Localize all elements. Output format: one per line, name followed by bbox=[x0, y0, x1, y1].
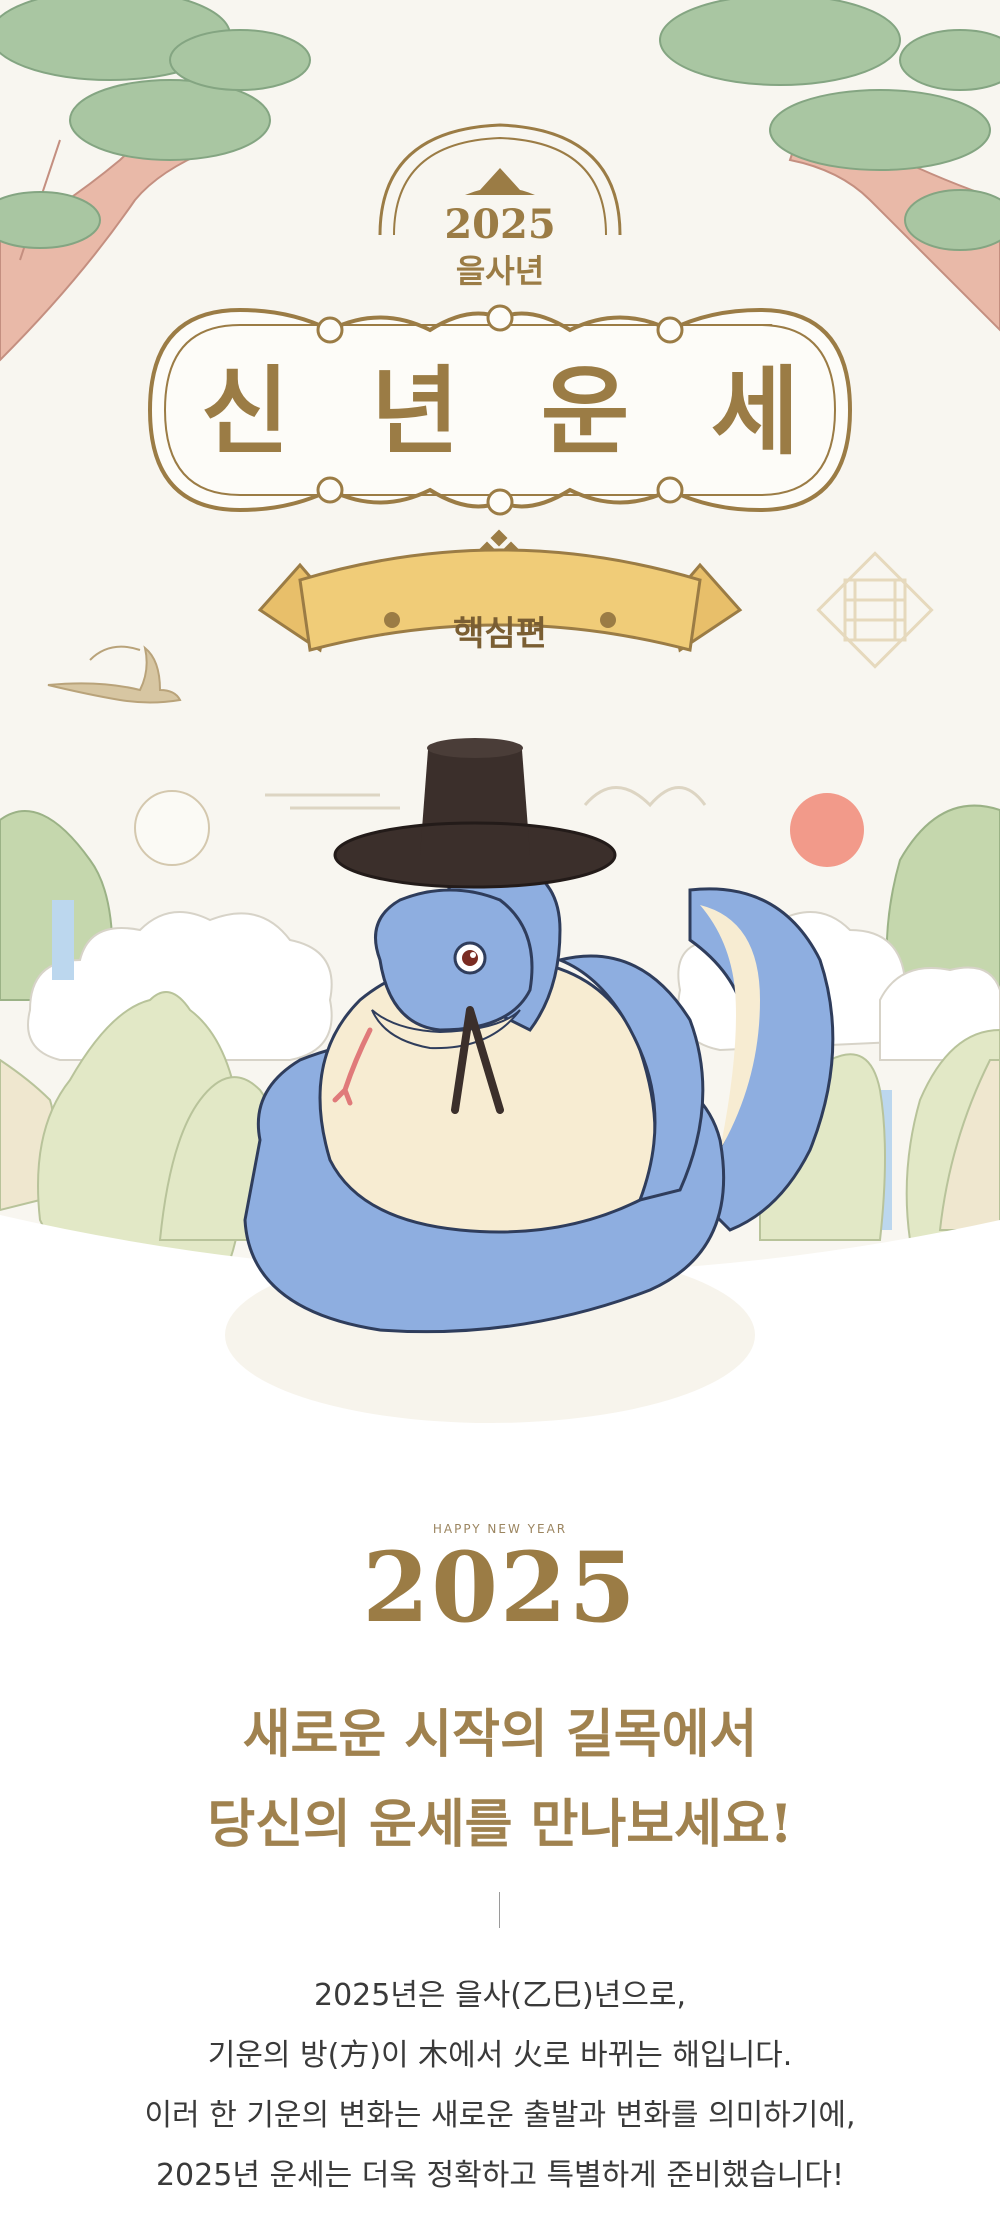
body-line: 이러 한 기운의 변화는 새로운 출발과 변화를 의미하기에, bbox=[144, 2098, 856, 2133]
moon-icon bbox=[134, 790, 210, 866]
hero-illustration: 2025 을사년 신 년 운 세 핵심편 bbox=[0, 0, 1000, 1470]
year-heading: 2025 bbox=[362, 1531, 638, 1644]
waterfall-left bbox=[52, 900, 74, 980]
ribbon-label: 핵심편 bbox=[453, 614, 547, 654]
fortune-landing-page: 2025 을사년 신 년 운 세 핵심편 HAPPY NEW YEAR 2025… bbox=[0, 0, 1000, 2239]
body-line: 기운의 방(方)이 木에서 火로 바뀌는 해입니다. bbox=[207, 2038, 793, 2073]
intro-body: 2025년은 을사(乙巳)년으로, 기운의 방(方)이 木에서 火로 바뀌는 해… bbox=[0, 1966, 1000, 2206]
body-line: 2025년은 을사(乙巳)년으로, bbox=[313, 1978, 687, 2013]
headline: 새로운 시작의 길목에서 당신의 운세를 만나보세요! bbox=[0, 1690, 1000, 1870]
title-char-4: 세 bbox=[711, 355, 799, 468]
sun-icon bbox=[790, 793, 864, 867]
title-char-2: 년 bbox=[371, 355, 459, 468]
title-char-1: 신 bbox=[201, 355, 289, 468]
vertical-divider bbox=[499, 1892, 500, 1928]
zodiac-year-label: 을사년 bbox=[456, 252, 544, 290]
body-line: 2025년 운세는 더욱 정확하고 특별하게 준비했습니다! bbox=[155, 2158, 845, 2193]
headline-line-2: 당신의 운세를 만나보세요! bbox=[207, 1794, 793, 1855]
year-badge: 2025 bbox=[444, 201, 555, 248]
title-char-3: 운 bbox=[541, 355, 629, 468]
headline-line-1: 새로운 시작의 길목에서 bbox=[242, 1704, 758, 1765]
